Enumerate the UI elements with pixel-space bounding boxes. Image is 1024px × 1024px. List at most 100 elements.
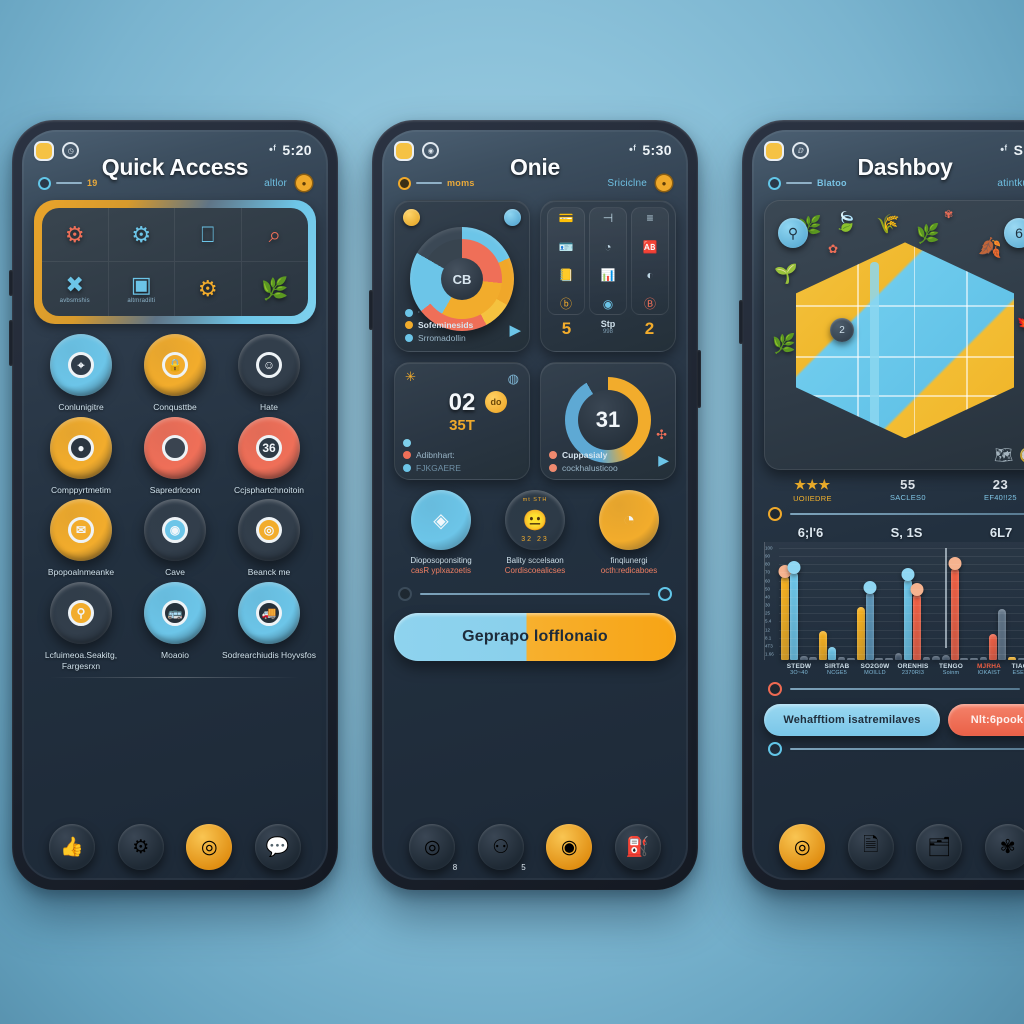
tile-icon-circle[interactable]: ⌖: [50, 334, 112, 396]
trio-item[interactable]: ◔ finqlunergi octh:redicaboes: [582, 490, 676, 577]
notification-badge[interactable]: ●: [656, 175, 672, 191]
icon-column-1[interactable]: ⊣ ◔ 📊 ◉: [589, 207, 627, 315]
range-slider[interactable]: [394, 586, 676, 601]
slider-knob[interactable]: [38, 176, 51, 190]
tile-icon-circle[interactable]: 36: [238, 416, 300, 479]
progress-slider-bottom[interactable]: [764, 742, 1024, 756]
icon-grid-card[interactable]: 💳 🪪 📒 ⓑ ⊣ ◔ 📊 ◉ ≡ 🆎 ◐ Ⓑ 5 Stp 998 2: [540, 200, 676, 352]
slider-track[interactable]: [790, 513, 1024, 515]
next-arrow-icon[interactable]: ▶: [509, 321, 521, 339]
slider-track[interactable]: [416, 182, 442, 184]
chart-bar[interactable]: [837, 656, 846, 660]
shortcut-tile[interactable]: ● Comppyrtmetim: [34, 416, 128, 496]
grid-icon[interactable]: 💳: [559, 212, 574, 224]
slider-knob[interactable]: [768, 742, 782, 756]
volume-button[interactable]: [369, 290, 373, 330]
trio-icon-circle[interactable]: ◈: [411, 490, 471, 550]
nav-document-icon[interactable]: 🗎: [847, 824, 894, 870]
grid-icon[interactable]: ◉: [603, 298, 613, 310]
shortcut-tile[interactable]: 36 Ccjsphartchnoitoin: [222, 416, 316, 496]
quick-access-cell-4[interactable]: ✖ avbsmshis: [42, 262, 109, 316]
header-link[interactable]: Sriciclne: [607, 178, 647, 189]
chart-bar[interactable]: [941, 654, 950, 660]
chart-bar-group[interactable]: [856, 542, 893, 660]
quick-access-cell-7[interactable]: 🌿: [242, 262, 309, 316]
nav-gear-icon[interactable]: ⚙: [117, 824, 164, 870]
metric-card-left[interactable]: ✳ ◍ 02 do 35T Adibnhart: FJKGAERE: [394, 362, 530, 480]
tile-icon-circle[interactable]: ◉: [144, 499, 206, 562]
action-button[interactable]: Wehafftiom isatremilaves: [764, 704, 940, 736]
chart-bar[interactable]: [932, 655, 941, 660]
nav-target-icon[interactable]: ◎: [779, 824, 826, 870]
slider-track[interactable]: [420, 592, 650, 595]
slider-knob-left[interactable]: [398, 586, 412, 601]
nav-target-icon[interactable]: ◎ 8: [409, 824, 457, 872]
nav-paw-icon[interactable]: ✾: [984, 824, 1024, 870]
card-badge-right[interactable]: [504, 209, 521, 226]
donut-chart-card[interactable]: CB · Sofeminesids Srromadollin ▶: [394, 200, 530, 352]
grid-icon[interactable]: ◔: [604, 241, 611, 253]
chart-bar[interactable]: [922, 656, 931, 660]
tile-icon-circle[interactable]: [144, 416, 206, 479]
trio-item[interactable]: ◈ Dioposoponsiting casR yplxazoetis: [394, 490, 488, 577]
quick-access-cell-6[interactable]: ⚙: [175, 262, 242, 316]
notification-badge[interactable]: ●: [296, 175, 312, 191]
battery-slider[interactable]: moms: [398, 176, 475, 190]
progress-slider-top[interactable]: [764, 507, 1024, 521]
chart-bar-group[interactable]: [818, 542, 855, 660]
header-link[interactable]: altlor: [264, 178, 287, 189]
grid-icon[interactable]: ≡: [646, 212, 653, 224]
mute-switch[interactable]: [9, 270, 13, 296]
nav-circle-icon[interactable]: ◎: [186, 824, 233, 870]
chart-bar[interactable]: [809, 656, 817, 660]
quick-access-cell-2[interactable]: ⎕: [175, 208, 242, 262]
quick-access-cell-5[interactable]: ▣ altmradilti: [109, 262, 175, 316]
slider-knob-right[interactable]: [658, 586, 672, 601]
slider-track[interactable]: [56, 182, 82, 184]
map-chip-count[interactable]: 6: [1004, 218, 1024, 248]
slider-knob[interactable]: [768, 176, 781, 190]
shortcut-tile[interactable]: ⌖ Conlunigitre: [34, 334, 128, 413]
shortcut-tile[interactable]: 🚌 Moaoio: [128, 581, 222, 671]
chart-bar-group[interactable]: [970, 542, 1007, 660]
chart-bar[interactable]: [910, 583, 924, 660]
chart-bar[interactable]: [1008, 656, 1016, 660]
volume-up-button[interactable]: [9, 320, 13, 366]
slider-track[interactable]: [790, 688, 1020, 690]
chart-bar[interactable]: [863, 580, 877, 660]
next-arrow-icon[interactable]: ▶: [658, 452, 669, 469]
compass-icon[interactable]: 🧭: [1019, 446, 1024, 464]
nav-media-icon[interactable]: 🗂: [916, 824, 963, 870]
card-badge-left[interactable]: [403, 209, 420, 226]
grid-icon[interactable]: ◐: [646, 269, 653, 281]
bar-chart[interactable]: 6;l'6 S, 1S 6L7 100 90 80 70 60 50 40 30 25 5.4 12 8.…: [764, 525, 1024, 676]
chart-bar[interactable]: [875, 657, 884, 660]
shortcut-tile[interactable]: ◉ Cave: [128, 499, 222, 578]
grid-icon[interactable]: 📒: [559, 269, 574, 281]
nav-chat-icon[interactable]: 💬: [254, 824, 301, 870]
tile-icon-circle[interactable]: 🚚: [238, 581, 300, 644]
chart-bar-group[interactable]: [894, 542, 931, 660]
tile-icon-circle[interactable]: ✉: [50, 499, 112, 562]
chart-bar-group[interactable]: [1008, 542, 1024, 660]
shortcut-tile[interactable]: ◎ Beanck me: [222, 499, 316, 578]
nav-person-icon[interactable]: ⚇ 5: [477, 824, 526, 872]
grid-icon[interactable]: ⓑ: [560, 298, 572, 310]
trio-item[interactable]: mt STH 😐 32 23 Bality sccelsaon Cordiscoeali…: [488, 490, 582, 577]
shortcut-tile[interactable]: 🔒 Conqusttbe: [128, 334, 222, 413]
header-link[interactable]: atintkums: [997, 178, 1024, 189]
metric-card-right[interactable]: 31 ✣ Cuppasialy cockhalusticoo ▶: [540, 362, 676, 480]
quick-access-cell-0[interactable]: ⚙: [42, 208, 109, 262]
slider-track[interactable]: [790, 748, 1024, 750]
map-chip-location[interactable]: ⚲: [778, 218, 808, 248]
shortcut-tile[interactable]: ⚲ Lcfuimeoa.Seakitg, Fargesrxn: [34, 581, 128, 671]
tile-icon-circle[interactable]: ●: [50, 416, 112, 479]
tile-icon-circle[interactable]: 🔒: [144, 334, 206, 396]
nav-compass-icon[interactable]: ◉: [546, 824, 593, 870]
shortcut-tile[interactable]: ✉ Bpopoalnmeanke: [34, 499, 128, 578]
slider-knob[interactable]: [768, 682, 782, 696]
tile-icon-circle[interactable]: ⚲: [50, 581, 112, 644]
chart-bar[interactable]: [970, 657, 979, 660]
map-card[interactable]: 🌿 🍃 🌾 🌿 🍂 🌱 🌿 🍁 ✿ ✾ ⚲ 6 2 🗺 🧭: [764, 200, 1024, 470]
slider-knob[interactable]: [768, 507, 782, 521]
